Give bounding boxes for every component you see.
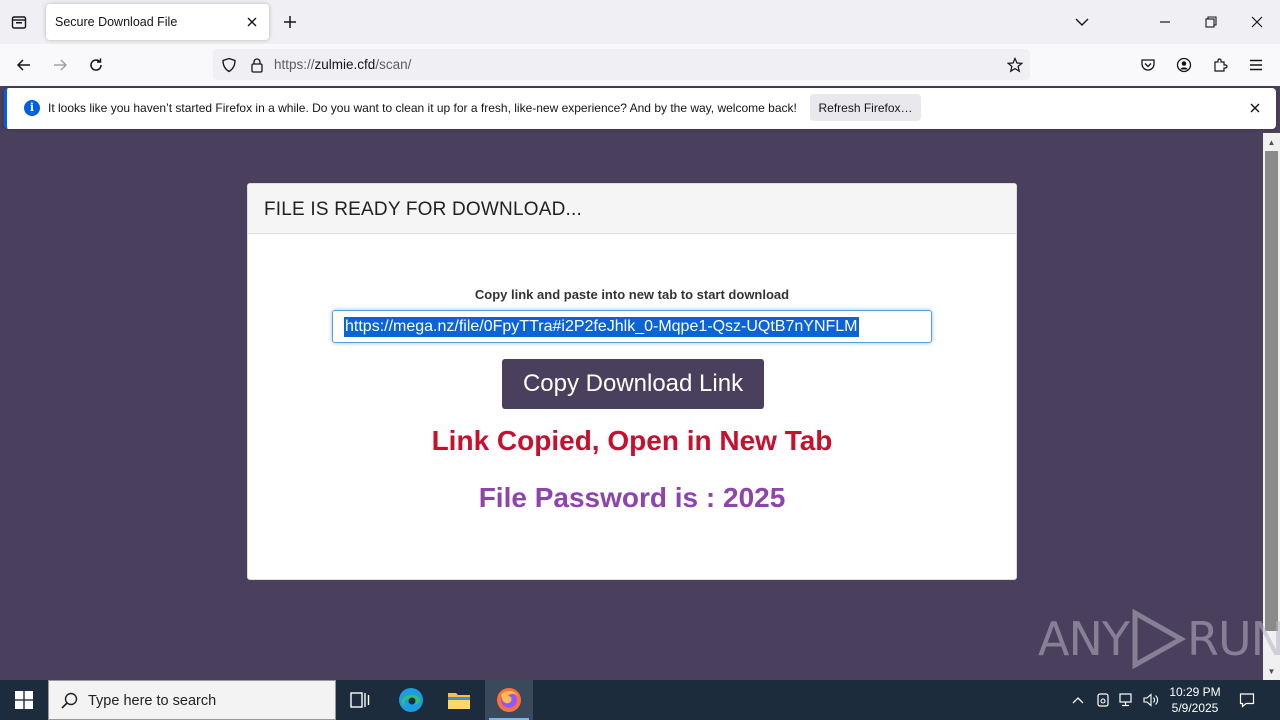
url-bar[interactable]: https://zulmie.cfd/scan/ — [213, 49, 1030, 80]
refresh-notification-bar: i It looks like you haven’t started Fire… — [4, 88, 1276, 129]
restore-icon[interactable] — [1199, 10, 1223, 34]
lock-icon[interactable] — [245, 53, 269, 77]
windows-taskbar: Type here to search 10:29 PM 5/9/2025 — [0, 680, 1280, 720]
watermark-left: ANY — [1038, 612, 1130, 666]
watermark-right: RUN — [1186, 612, 1280, 666]
browser-tab[interactable]: Secure Download File — [46, 4, 269, 40]
back-icon[interactable] — [12, 53, 36, 77]
firefox-taskbar-icon[interactable] — [485, 680, 533, 720]
bookmark-star-icon[interactable] — [1003, 53, 1027, 77]
search-icon — [61, 692, 78, 714]
account-icon[interactable] — [1172, 53, 1196, 77]
tracking-shield-icon[interactable] — [217, 53, 241, 77]
copy-instruction: Copy link and paste into new tab to star… — [474, 287, 790, 302]
tab-title: Secure Download File — [55, 15, 178, 29]
card-title: FILE IS READY FOR DOWNLOAD... — [264, 199, 582, 220]
pocket-icon[interactable] — [1136, 53, 1160, 77]
page-scrollbar[interactable]: ▲ ▼ — [1263, 133, 1280, 680]
reload-icon[interactable] — [84, 53, 108, 77]
file-password-message: File Password is : 2025 — [478, 482, 786, 513]
copy-download-link-button[interactable]: Copy Download Link — [502, 359, 764, 409]
forward-icon[interactable] — [48, 53, 72, 77]
notifications-icon[interactable] — [1239, 692, 1255, 708]
page-content: FILE IS READY FOR DOWNLOAD... Copy link … — [0, 133, 1263, 680]
close-window-icon[interactable] — [1245, 10, 1269, 34]
card-header: FILE IS READY FOR DOWNLOAD... — [248, 184, 1016, 234]
system-clock[interactable]: 10:29 PM 5/9/2025 — [1160, 684, 1230, 716]
link-copied-message: Link Copied, Open in New Tab — [431, 425, 833, 456]
firefox-view-icon[interactable] — [8, 11, 30, 33]
info-icon: i — [24, 100, 40, 116]
scroll-up-arrow-icon[interactable]: ▲ — [1263, 134, 1280, 150]
refresh-firefox-button[interactable]: Refresh Firefox… — [810, 94, 921, 121]
list-all-tabs-icon[interactable] — [1070, 10, 1094, 34]
download-card: FILE IS READY FOR DOWNLOAD... Copy link … — [247, 183, 1017, 580]
notification-message: It looks like you haven’t started Firefo… — [48, 101, 797, 115]
url-text[interactable]: https://zulmie.cfd/scan/ — [274, 57, 411, 72]
download-link-text: https://mega.nz/file/0FpyTTra#i2P2feJhlk… — [344, 316, 859, 337]
taskbar-search-box[interactable]: Type here to search — [48, 680, 336, 720]
tab-close-icon[interactable] — [243, 13, 261, 31]
watermark-play-icon — [1132, 608, 1187, 670]
minimize-icon[interactable] — [1153, 10, 1177, 34]
search-placeholder: Type here to search — [88, 693, 217, 709]
device-icon[interactable] — [1095, 692, 1111, 708]
volume-icon[interactable] — [1143, 692, 1159, 708]
notification-close-icon[interactable] — [1246, 99, 1264, 117]
show-hidden-icons-chevron-icon[interactable] — [1070, 692, 1086, 708]
network-icon[interactable] — [1119, 692, 1135, 708]
clock-time: 10:29 PM — [1169, 685, 1221, 699]
menu-icon[interactable] — [1244, 53, 1268, 77]
task-view-icon[interactable] — [336, 680, 384, 720]
file-explorer-icon[interactable] — [435, 680, 483, 720]
anyrun-watermark: ANY RUN — [1038, 608, 1280, 670]
new-tab-icon[interactable] — [280, 11, 300, 33]
navigation-toolbar: https://zulmie.cfd/scan/ — [0, 44, 1280, 86]
edge-browser-icon[interactable] — [387, 680, 435, 720]
clock-date: 5/9/2025 — [1171, 701, 1219, 715]
windows-start-icon[interactable] — [0, 680, 48, 720]
extensions-icon[interactable] — [1208, 53, 1232, 77]
tab-strip: Secure Download File — [0, 0, 1280, 44]
download-link-field[interactable]: https://mega.nz/file/0FpyTTra#i2P2feJhlk… — [332, 310, 932, 343]
scroll-thumb[interactable] — [1265, 151, 1278, 631]
